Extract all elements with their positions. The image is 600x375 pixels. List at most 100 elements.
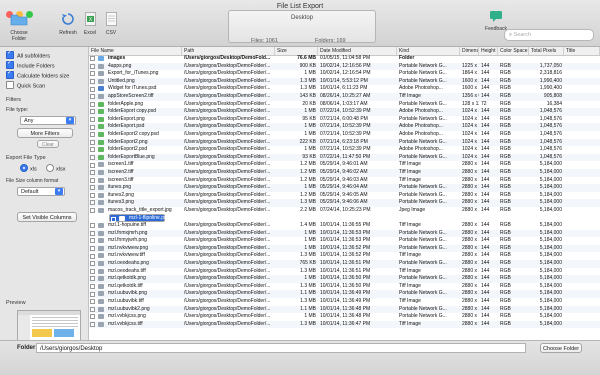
include-folders-checkbox[interactable]: Include Folders: [6, 59, 55, 70]
excel-export-button[interactable]: X Excel: [81, 12, 99, 36]
column-header-kind[interactable]: Kind: [397, 47, 460, 55]
table-row[interactable]: folderExport.png/Users/giorgos/Desktop/D…: [89, 116, 600, 124]
row-checkbox[interactable]: [90, 306, 95, 312]
choose-folder-button[interactable]: Choose Folder: [540, 343, 582, 353]
table-row[interactable]: folderExport2 copy.psd/Users/giorgos/Des…: [89, 131, 600, 139]
table-row-selected[interactable]: mzl-1-flipoline.png/Users/giorgos/Deskto…: [109, 214, 583, 223]
row-checkbox[interactable]: [90, 170, 95, 176]
row-checkbox[interactable]: [90, 56, 95, 62]
table-row[interactable]: mzl.nvkviwew.tiff/Users/giorgos/Desktop/…: [89, 252, 600, 260]
table-row[interactable]: mzl.uubuvibk.png/Users/giorgos/Desktop/D…: [89, 290, 600, 298]
row-checkbox[interactable]: [90, 253, 95, 259]
table-row[interactable]: mzl.qetkotdk.tiff/Users/giorgos/Desktop/…: [89, 283, 600, 291]
table-row[interactable]: mzl.fnmxjmrh.png/Users/giorgos/Desktop/D…: [89, 229, 600, 238]
table-row[interactable]: mzl.1-hopuine.tiff/Users/giorgos/Desktop…: [89, 222, 600, 230]
row-checkbox[interactable]: [90, 291, 95, 297]
table-row[interactable]: mzl.oeodeahs.png/Users/giorgos/Desktop/D…: [89, 260, 600, 268]
row-checkbox[interactable]: [90, 314, 95, 320]
column-header-file-name[interactable]: File Name: [89, 47, 182, 55]
column-header-total-pixels[interactable]: Total Pixels: [529, 47, 564, 55]
row-checkbox[interactable]: [90, 86, 95, 92]
row-checkbox[interactable]: [111, 216, 116, 222]
row-checkbox[interactable]: [90, 223, 95, 229]
row-checkbox[interactable]: [90, 63, 95, 69]
row-checkbox[interactable]: [90, 200, 95, 206]
table-row[interactable]: itunes2.png/Users/giorgos/Desktop/DemoFo…: [89, 192, 600, 200]
table-row[interactable]: mzl.fnmyjwrh.png/Users/giorgos/Desktop/D…: [89, 237, 600, 245]
table-row[interactable]: Untitled.png/Users/giorgos/Desktop/DemoF…: [89, 77, 600, 86]
row-checkbox[interactable]: [90, 154, 95, 160]
calculate-folders-size-checkbox[interactable]: Calculate folders size: [6, 69, 69, 80]
table-row[interactable]: iscreen3.tiff/Users/giorgos/Desktop/Demo…: [89, 177, 600, 185]
row-checkbox[interactable]: [90, 71, 95, 77]
xls-radio[interactable]: xls: [20, 164, 37, 173]
clear-filters-button[interactable]: Clear: [37, 140, 59, 148]
row-checkbox[interactable]: [90, 139, 95, 145]
column-header-height[interactable]: Height: [479, 47, 498, 55]
file-table[interactable]: File Name Path Size Date Modified Kind Dimens…: [89, 47, 600, 340]
row-checkbox[interactable]: [90, 238, 95, 244]
table-row[interactable]: folderExport2.psd/Users/giorgos/Desktop/…: [89, 146, 600, 154]
refresh-button[interactable]: Refresh: [57, 12, 79, 36]
table-row[interactable]: images/Users/giorgos/Desktop/DemoFold...…: [89, 55, 600, 63]
search-field[interactable]: ⌕ Search: [504, 29, 594, 41]
table-row[interactable]: mzl.oeodeahs.tiff/Users/giorgos/Desktop/…: [89, 268, 600, 276]
table-row[interactable]: mzl.qetkotdk.png/Users/giorgos/Desktop/D…: [89, 275, 600, 283]
table-row[interactable]: 4apps.png/Users/giorgos/Desktop/DemoFold…: [89, 62, 600, 71]
row-checkbox[interactable]: [90, 147, 95, 153]
row-checkbox[interactable]: [90, 321, 95, 327]
choose-folder-toolbar-button[interactable]: Choose Folder: [3, 12, 35, 42]
column-header-path[interactable]: Path: [182, 47, 275, 55]
file-type-select[interactable]: Any ▾: [20, 116, 76, 125]
row-checkbox[interactable]: [90, 101, 95, 107]
folder-path-field[interactable]: /Users/giorgos/Desktop: [36, 343, 526, 353]
row-checkbox[interactable]: [90, 124, 95, 130]
row-checkbox[interactable]: [90, 268, 95, 274]
table-row[interactable]: mzl.vvbkjcss.png/Users/giorgos/Desktop/D…: [89, 313, 600, 321]
row-checkbox[interactable]: [90, 162, 95, 168]
row-checkbox[interactable]: [90, 185, 95, 191]
column-header-color-space[interactable]: Color Space: [498, 47, 529, 55]
table-row[interactable]: macos_track_title_export.jpg/Users/giorg…: [89, 207, 600, 215]
row-checkbox[interactable]: [90, 208, 95, 214]
row-checkbox[interactable]: [90, 299, 95, 305]
table-row[interactable]: itunes3.png/Users/giorgos/Desktop/DemoFo…: [89, 199, 600, 207]
table-row[interactable]: folderExportBlue.png/Users/giorgos/Deskt…: [89, 153, 600, 162]
set-visible-columns-button[interactable]: Set Visible Columns: [17, 212, 77, 222]
quick-scan-checkbox[interactable]: Quick Scan: [6, 81, 45, 90]
column-header-size[interactable]: Size: [275, 47, 318, 55]
column-header-title[interactable]: Title: [564, 47, 600, 55]
row-checkbox[interactable]: [90, 116, 95, 122]
table-row[interactable]: mzl.vvbkjcss.tiff/Users/giorgos/Desktop/…: [89, 320, 600, 329]
table-row[interactable]: folderExport copy.psd/Users/giorgos/Desk…: [89, 108, 600, 116]
table-row[interactable]: mzl.uubuvibk2.png/Users/giorgos/Desktop/…: [89, 305, 600, 314]
table-row[interactable]: Export_for_iTunes.png/Users/giorgos/Desk…: [89, 70, 600, 78]
row-checkbox[interactable]: [90, 177, 95, 183]
all-subfolders-checkbox[interactable]: All subfolders: [6, 49, 50, 60]
row-checkbox[interactable]: [90, 109, 95, 115]
table-row[interactable]: iscreen1.tiff/Users/giorgos/Desktop/Demo…: [89, 161, 600, 169]
csv-export-button[interactable]: CSV: [102, 12, 120, 36]
row-checkbox[interactable]: [90, 94, 95, 100]
table-row[interactable]: Widget for iTunes.psd/Users/giorgos/Desk…: [89, 85, 600, 93]
table-row[interactable]: folderExport2.png/Users/giorgos/Desktop/…: [89, 138, 600, 147]
row-checkbox[interactable]: [90, 132, 95, 138]
table-row[interactable]: appStoreScreen2.tiff/Users/giorgos/Deskt…: [89, 92, 600, 101]
size-format-select[interactable]: Default ▾: [17, 187, 65, 196]
row-checkbox[interactable]: [90, 78, 95, 84]
column-header-dimensions[interactable]: Dimensions: [460, 47, 479, 55]
xlsx-radio[interactable]: xlsx: [46, 164, 65, 173]
table-row[interactable]: folderExport.psd/Users/giorgos/Desktop/D…: [89, 123, 600, 131]
row-checkbox[interactable]: [90, 276, 95, 282]
table-row[interactable]: itunes.png/Users/giorgos/Desktop/DemoFol…: [89, 184, 600, 192]
row-checkbox[interactable]: [90, 261, 95, 267]
table-row[interactable]: mzl.nvkviwew.png/Users/giorgos/Desktop/D…: [89, 244, 600, 253]
row-checkbox[interactable]: [90, 192, 95, 198]
table-row[interactable]: folderApple.png/Users/giorgos/Desktop/De…: [89, 101, 600, 109]
table-row[interactable]: iscreen2.tiff/Users/giorgos/Desktop/Demo…: [89, 168, 600, 177]
more-filters-button[interactable]: More Filters: [17, 128, 73, 138]
column-header-date-modified[interactable]: Date Modified: [318, 47, 397, 55]
row-checkbox[interactable]: [90, 246, 95, 252]
row-checkbox[interactable]: [90, 230, 95, 236]
table-row[interactable]: mzl.uubuvibk.tiff/Users/giorgos/Desktop/…: [89, 298, 600, 306]
